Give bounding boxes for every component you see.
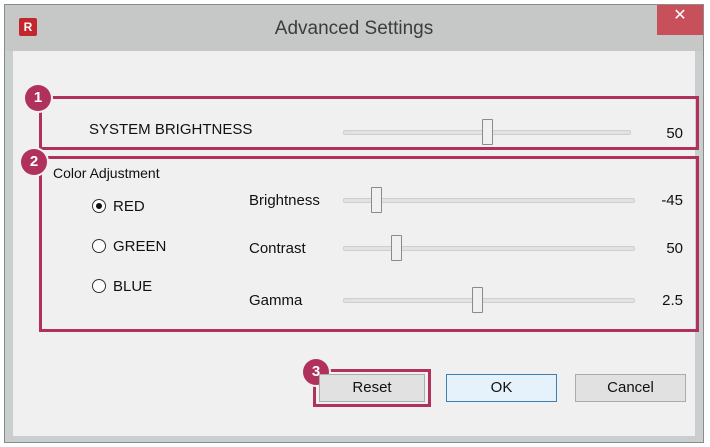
slider-thumb[interactable] [482, 119, 493, 145]
cancel-button[interactable]: Cancel [575, 374, 686, 402]
slider-track [343, 246, 635, 251]
radio-blue-label[interactable]: BLUE [113, 278, 152, 295]
contrast-slider[interactable] [343, 235, 635, 261]
ok-button[interactable]: OK [446, 374, 557, 402]
window-title: Advanced Settings [274, 18, 434, 39]
reset-button[interactable]: Reset [319, 374, 425, 402]
brightness-label: Brightness [249, 192, 320, 209]
slider-thumb[interactable] [472, 287, 483, 313]
system-brightness-value: 50 [666, 125, 683, 142]
contrast-label: Contrast [249, 240, 306, 257]
title-bar[interactable]: R Advanced Settings ✕ [5, 5, 703, 51]
dialog-content: 1 SYSTEM BRIGHTNESS 50 2 Color Adjustmen… [13, 51, 699, 436]
slider-thumb[interactable] [371, 187, 382, 213]
contrast-value: 50 [666, 240, 683, 257]
brightness-value: -45 [661, 192, 683, 209]
gamma-value: 2.5 [662, 292, 683, 309]
slider-track [343, 198, 635, 203]
close-icon: ✕ [673, 5, 687, 24]
radio-red-label[interactable]: RED [113, 198, 145, 215]
system-brightness-label: SYSTEM BRIGHTNESS [89, 121, 253, 138]
close-button[interactable]: ✕ [657, 5, 703, 35]
callout-badge-1: 1 [25, 85, 51, 111]
color-adjustment-group-label: Color Adjustment [51, 165, 162, 181]
callout-badge-2: 2 [21, 149, 47, 175]
radio-blue[interactable] [92, 279, 106, 293]
system-brightness-slider[interactable] [343, 119, 631, 145]
slider-track [343, 298, 635, 303]
gamma-slider[interactable] [343, 287, 635, 313]
gamma-label: Gamma [249, 292, 303, 309]
brightness-slider[interactable] [343, 187, 635, 213]
radio-red[interactable] [92, 199, 106, 213]
advanced-settings-window: R Advanced Settings ✕ 1 SYSTEM BRIGHTNES… [4, 4, 704, 443]
radio-green[interactable] [92, 239, 106, 253]
radio-green-label[interactable]: GREEN [113, 238, 166, 255]
slider-thumb[interactable] [391, 235, 402, 261]
